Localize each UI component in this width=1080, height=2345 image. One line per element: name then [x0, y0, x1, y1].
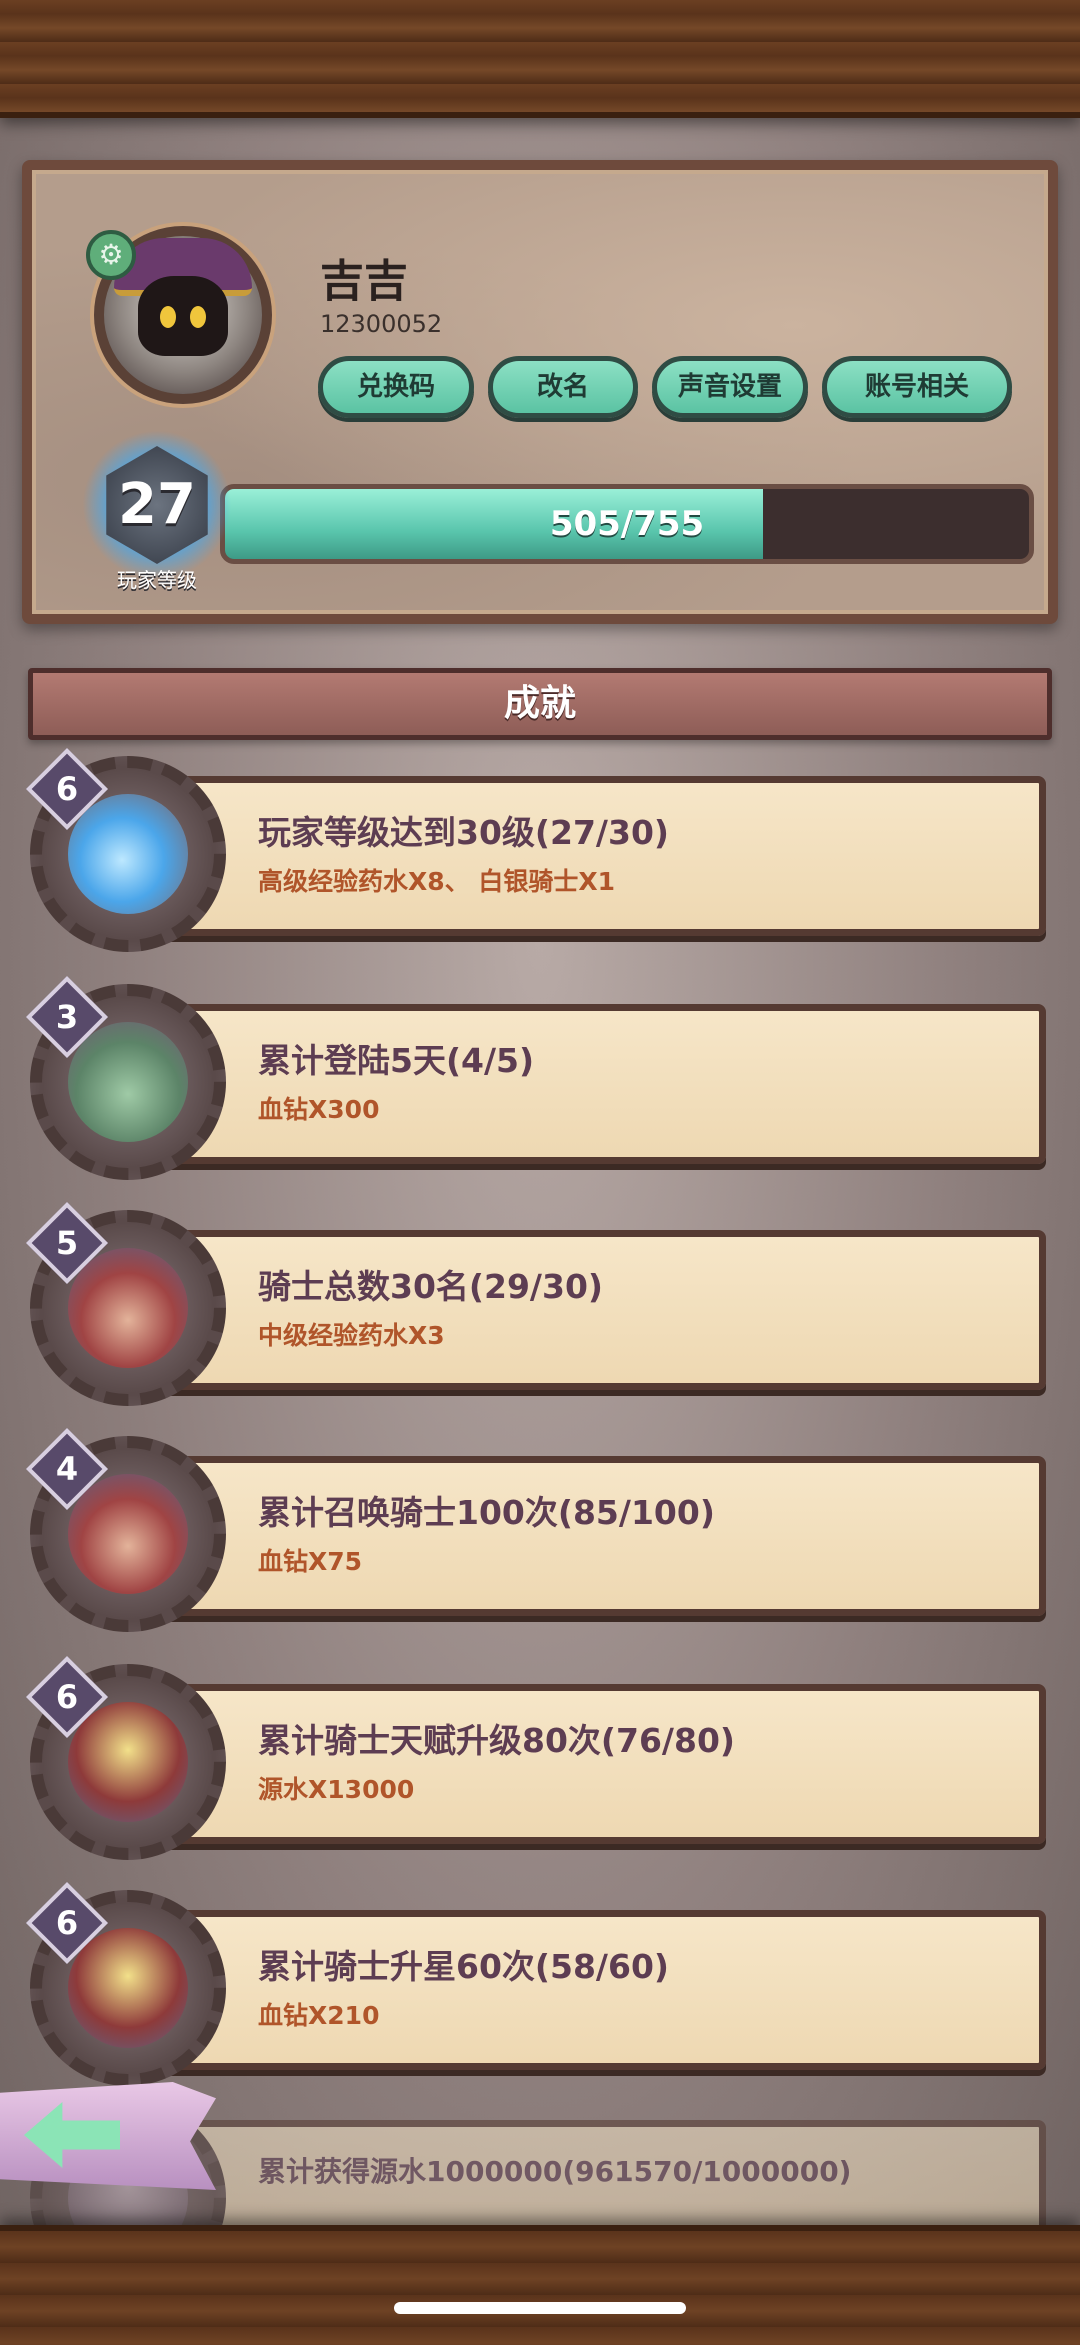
achievement-card	[150, 1456, 1046, 1616]
achievement-count: 4	[55, 1450, 79, 1488]
achievement-title: 累计骑士天赋升级80次(76/80)	[258, 1721, 735, 1760]
achievement-count: 5	[55, 1224, 79, 1262]
achievement-title: 骑士总数30名(29/30)	[258, 1267, 603, 1306]
achievements-header: 成就	[28, 668, 1052, 740]
achievement-count: 6	[55, 770, 79, 808]
achievement-title: 玩家等级达到30级(27/30)	[258, 813, 669, 852]
player-id: 12300052	[320, 310, 443, 338]
achievement-item[interactable]: 6 累计骑士天赋升级80次(76/80) 源水X13000	[25, 1655, 1046, 1860]
achievement-reward: 血钻X210	[258, 2001, 380, 2030]
achievement-count: 6	[55, 1904, 79, 1942]
player-level-number: 27	[118, 472, 196, 537]
achievement-title: 累计登陆5天(4/5)	[258, 1041, 535, 1080]
achievement-item[interactable]: 4 累计召唤骑士100次(85/100) 血钻X75	[25, 1427, 1046, 1632]
xp-progress-bar: 505/755	[220, 484, 1034, 564]
achievement-title: 累计召唤骑士100次(85/100)	[258, 1493, 715, 1532]
profile-panel: ⚙ 吉吉 12300052 兑换码 改名 声音设置 账号相关 505/755 2…	[22, 160, 1058, 624]
rename-button[interactable]: 改名	[488, 356, 638, 418]
achievement-reward: 中级经验药水X3	[258, 1321, 445, 1350]
sound-settings-button[interactable]: 声音设置	[652, 356, 808, 418]
achievement-reward: 源水X13000	[258, 1775, 415, 1804]
player-level-badge: 27 玩家等级	[72, 430, 242, 600]
achievement-reward: 高级经验药水X8、 白银骑士X1	[258, 867, 616, 896]
achievement-title: 累计骑士升星60次(58/60)	[258, 1947, 669, 1986]
redeem-code-button[interactable]: 兑换码	[318, 356, 474, 418]
left-arrow-icon	[24, 2102, 120, 2168]
achievement-reward: 血钻X300	[258, 1095, 380, 1124]
achievement-count: 3	[55, 998, 79, 1036]
achievement-item[interactable]: 5 骑士总数30名(29/30) 中级经验药水X3	[25, 1201, 1046, 1406]
achievement-count: 6	[55, 1678, 79, 1716]
bottom-wood-frame	[0, 2225, 1080, 2345]
achievement-card	[150, 1910, 1046, 2070]
achievement-item[interactable]: 6 累计骑士升星60次(58/60) 血钻X210	[25, 1881, 1046, 2086]
back-button[interactable]	[0, 2082, 216, 2190]
settings-gear-icon[interactable]: ⚙	[86, 230, 136, 280]
achievement-title: 累计获得源水1000000(961570/1000000)	[258, 2155, 852, 2188]
account-button[interactable]: 账号相关	[822, 356, 1012, 418]
achievement-card	[150, 1004, 1046, 1164]
player-name: 吉吉	[320, 256, 408, 307]
top-wood-frame	[0, 0, 1080, 118]
achievement-card	[150, 1684, 1046, 1844]
avatar-face	[138, 276, 228, 356]
achievement-item[interactable]: 6 玩家等级达到30级(27/30) 高级经验药水X8、 白银骑士X1	[25, 747, 1046, 952]
achievement-item[interactable]: 3 累计登陆5天(4/5) 血钻X300	[25, 975, 1046, 1180]
achievement-card	[150, 776, 1046, 936]
home-indicator[interactable]	[394, 2302, 686, 2314]
xp-progress-text: 505/755	[549, 504, 705, 544]
player-level-label: 玩家等级	[117, 568, 197, 592]
achievement-reward: 血钻X75	[258, 1547, 363, 1576]
section-title: 成就	[503, 683, 576, 724]
achievement-card	[150, 1230, 1046, 1390]
